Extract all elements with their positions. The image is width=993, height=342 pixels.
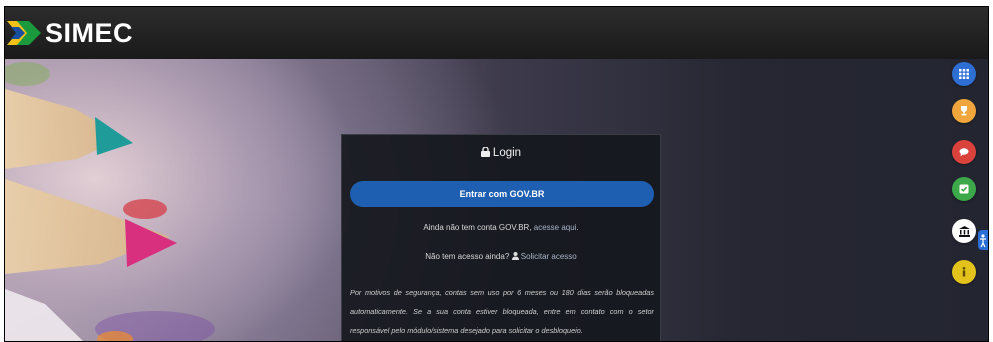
check-icon [959, 184, 969, 194]
login-panel: Login Entrar com GOV.BR Ainda não tem co… [341, 134, 661, 341]
govbr-login-button[interactable]: Entrar com GOV.BR [350, 181, 654, 207]
request-access-link[interactable]: Solicitar acesso [521, 252, 577, 261]
grid-button[interactable] [952, 62, 976, 86]
login-title-text: Login [492, 147, 522, 159]
app-name: SIMEC [45, 17, 134, 48]
logo-arrow-icon [7, 21, 41, 45]
trophy-button[interactable] [952, 99, 976, 123]
no-account-text: Ainda não tem conta GOV.BR, [423, 223, 534, 232]
simec-logo[interactable]: SIMEC [7, 17, 133, 49]
no-access-text: Não tem acesso ainda? [425, 252, 512, 261]
info-button[interactable] [952, 260, 976, 284]
grid-icon [959, 69, 969, 79]
user-icon [511, 252, 519, 260]
top-header: SIMEC [5, 7, 988, 60]
login-title: Login [342, 147, 660, 159]
chat-button[interactable] [952, 140, 976, 164]
chat-icon [959, 148, 969, 157]
lock-icon [480, 147, 490, 157]
security-notice: Por motivos de segurança, contas sem uso… [350, 288, 654, 335]
page-frame: SIMEC Login Entrar com GOV.BR Ainda não … [4, 6, 989, 342]
no-access-line: Não tem acesso ainda? Solicitar acesso [342, 252, 660, 261]
check-button[interactable] [952, 177, 976, 201]
no-account-line: Ainda não tem conta GOV.BR, acesse aqui. [342, 223, 660, 232]
institution-button[interactable] [952, 219, 976, 243]
institution-icon [958, 225, 970, 237]
accessibility-tab[interactable] [978, 230, 988, 250]
access-here-link[interactable]: acesse aqui. [534, 223, 579, 232]
accessibility-icon [980, 234, 986, 248]
trophy-icon [961, 106, 967, 116]
info-icon [962, 267, 966, 277]
